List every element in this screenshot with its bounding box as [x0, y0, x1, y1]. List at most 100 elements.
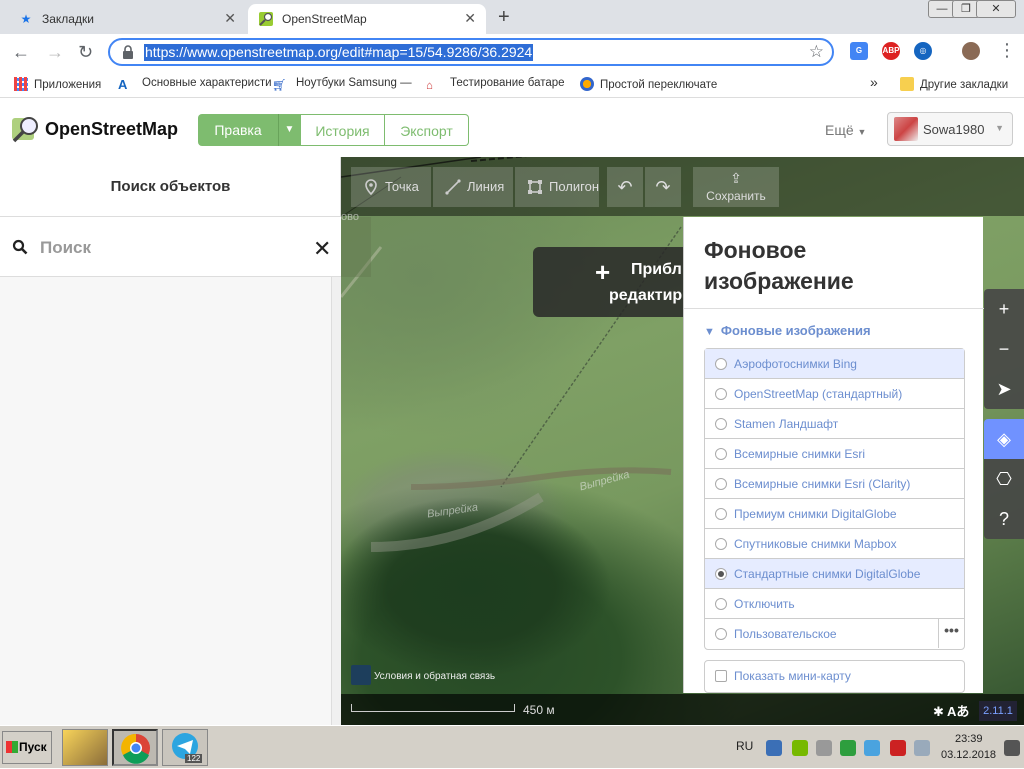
close-icon[interactable]: ✕ — [464, 10, 476, 27]
layer-digitalglobe-premium[interactable]: Премиум снимки DigitalGlobe — [705, 499, 964, 529]
layer-none[interactable]: Отключить — [705, 589, 964, 619]
layer-custom[interactable]: Пользовательское ••• — [705, 619, 964, 649]
bookmark-apps[interactable]: Приложения — [14, 77, 101, 91]
browser-toolbar: ← → ↻ https://www.openstreetmap.org/edit… — [0, 34, 1024, 70]
bookmark-item[interactable]: Простой переключате — [580, 77, 717, 91]
version-label[interactable]: 2.11.1 — [979, 701, 1017, 721]
edit-dropdown-button[interactable]: ▼ — [278, 114, 300, 146]
notification-badge: 122 — [185, 754, 203, 763]
add-line-button[interactable]: Линия — [433, 167, 513, 207]
reload-button[interactable]: ↻ — [78, 42, 93, 63]
radio-button[interactable] — [715, 478, 727, 490]
back-button[interactable]: ← — [12, 42, 30, 63]
add-area-button[interactable]: Полигон — [515, 167, 599, 207]
upload-icon: ⇪ — [730, 170, 742, 186]
tab-openstreetmap[interactable]: OpenStreetMap ✕ — [248, 4, 486, 34]
close-icon[interactable]: ✕ — [224, 10, 236, 27]
show-desktop-icon[interactable] — [1004, 740, 1020, 756]
forward-button[interactable]: → — [46, 42, 64, 63]
star-icon: ★ — [20, 12, 32, 26]
layer-mapbox-satellite[interactable]: Спутниковые снимки Mapbox — [705, 529, 964, 559]
connection-tray-icon[interactable] — [890, 740, 906, 756]
browser-tab-strip: ★ Закладки ✕ OpenStreetMap ✕ + — ❐ ✕ — [0, 0, 1024, 34]
save-button[interactable]: ⇪ Сохранить — [693, 167, 779, 207]
bookmark-item[interactable]: A Основные характеристи — [118, 77, 272, 92]
profile-avatar-icon[interactable] — [962, 42, 980, 60]
terms-link[interactable]: Условия и обратная связь — [351, 665, 495, 685]
url-text[interactable]: https://www.openstreetmap.org/edit#map=1… — [144, 44, 534, 61]
translate-extension-icon[interactable]: G — [850, 42, 868, 60]
chevron-down-icon: ▼ — [704, 326, 715, 338]
divider — [684, 308, 984, 309]
checkbox[interactable] — [715, 670, 727, 682]
panel-title: Фоновое изображение — [704, 237, 854, 294]
new-tab-button[interactable]: + — [498, 6, 510, 29]
zoom-in-button[interactable]: + — [984, 289, 1024, 329]
site-icon — [580, 77, 594, 91]
radio-button-selected[interactable] — [715, 568, 727, 580]
help-button[interactable]: ? — [984, 499, 1024, 539]
taskbar-app-telegram[interactable]: 122 — [162, 729, 208, 766]
custom-layer-options-button[interactable]: ••• — [938, 619, 964, 648]
bookmarks-overflow-button[interactable]: » — [870, 74, 878, 90]
taskbar-app-editor[interactable] — [62, 729, 108, 766]
layer-osm-standard[interactable]: OpenStreetMap (стандартный) — [705, 379, 964, 409]
radio-button[interactable] — [715, 598, 727, 610]
edit-button[interactable]: Правка — [198, 114, 278, 146]
radio-button[interactable] — [715, 448, 727, 460]
osm-logo-icon[interactable] — [10, 114, 42, 144]
map-data-button[interactable]: ⎔ — [984, 459, 1024, 499]
address-bar[interactable]: https://www.openstreetmap.org/edit#map=1… — [108, 38, 834, 66]
bookmark-item[interactable]: ⌂ Тестирование батаре — [426, 77, 565, 94]
taskbar-app-chrome[interactable] — [112, 729, 158, 766]
volume-tray-icon[interactable] — [816, 740, 832, 756]
tab-bookmarks[interactable]: ★ Закладки ✕ — [8, 4, 246, 34]
layer-stamen-terrain[interactable]: Stamen Ландшафт — [705, 409, 964, 439]
close-window-button[interactable]: ✕ — [976, 0, 1016, 18]
radio-button[interactable] — [715, 418, 727, 430]
zoom-out-button[interactable]: − — [984, 329, 1024, 369]
history-button[interactable]: История — [300, 114, 385, 146]
background-layers-button[interactable]: ◈ — [984, 419, 1024, 459]
menu-dots-icon[interactable]: ⋮ — [998, 40, 1016, 61]
minimap-toggle[interactable]: Показать мини-карту — [704, 660, 965, 693]
clock-date[interactable]: 03.12.2018 — [941, 749, 996, 761]
adblock-extension-icon[interactable]: ABP — [882, 42, 900, 60]
add-point-button[interactable]: Точка — [351, 167, 431, 207]
radio-button[interactable] — [715, 628, 727, 640]
security-tray-icon[interactable] — [840, 740, 856, 756]
language-indicator[interactable]: RU — [736, 739, 753, 753]
redo-button[interactable]: ↷ — [645, 167, 681, 207]
radio-button[interactable] — [715, 388, 727, 400]
layer-esri-clarity[interactable]: Всемирные снимки Esri (Clarity) — [705, 469, 964, 499]
export-button[interactable]: Экспорт — [385, 114, 469, 146]
redo-icon: ↷ — [655, 177, 671, 197]
layer-bing[interactable]: Аэрофотоснимки Bing — [705, 349, 964, 379]
nvidia-tray-icon[interactable] — [792, 740, 808, 756]
sidebar-scrollbar[interactable] — [331, 277, 341, 725]
radio-button[interactable] — [715, 538, 727, 550]
user-menu[interactable]: Sowa1980 ▼ — [887, 112, 1013, 146]
scale-bar — [351, 704, 515, 712]
bookmark-item[interactable]: 🛒︎ Ноутбуки Samsung — — [272, 77, 412, 92]
geolocate-button[interactable]: ➤ — [984, 369, 1024, 409]
feature-search-field[interactable]: Поиск — [0, 216, 341, 277]
globe-extension-icon[interactable]: ◎ — [914, 42, 932, 60]
undo-button[interactable]: ↶ — [607, 167, 643, 207]
tray-icon[interactable] — [914, 740, 930, 756]
layer-digitalglobe-standard[interactable]: Стандартные снимки DigitalGlobe — [705, 559, 964, 589]
radio-button[interactable] — [715, 508, 727, 520]
update-tray-icon[interactable] — [864, 740, 880, 756]
more-menu[interactable]: Ещё ▼ — [825, 122, 866, 138]
network-tray-icon[interactable] — [766, 740, 782, 756]
bookmark-star-icon[interactable]: ☆ — [809, 42, 824, 62]
other-bookmarks[interactable]: Другие закладки — [900, 77, 1008, 91]
clock-time[interactable]: 23:39 — [955, 733, 983, 745]
bug-report-icon[interactable]: ✱ Aあ — [933, 701, 969, 720]
close-icon[interactable]: ✕ — [313, 236, 331, 262]
osm-logo-text[interactable]: OpenStreetMap — [45, 119, 178, 140]
radio-button[interactable] — [715, 358, 727, 370]
start-button[interactable]: Пуск — [2, 731, 52, 764]
background-section-toggle[interactable]: ▼ Фоновые изображения — [704, 323, 871, 338]
layer-esri-world[interactable]: Всемирные снимки Esri — [705, 439, 964, 469]
